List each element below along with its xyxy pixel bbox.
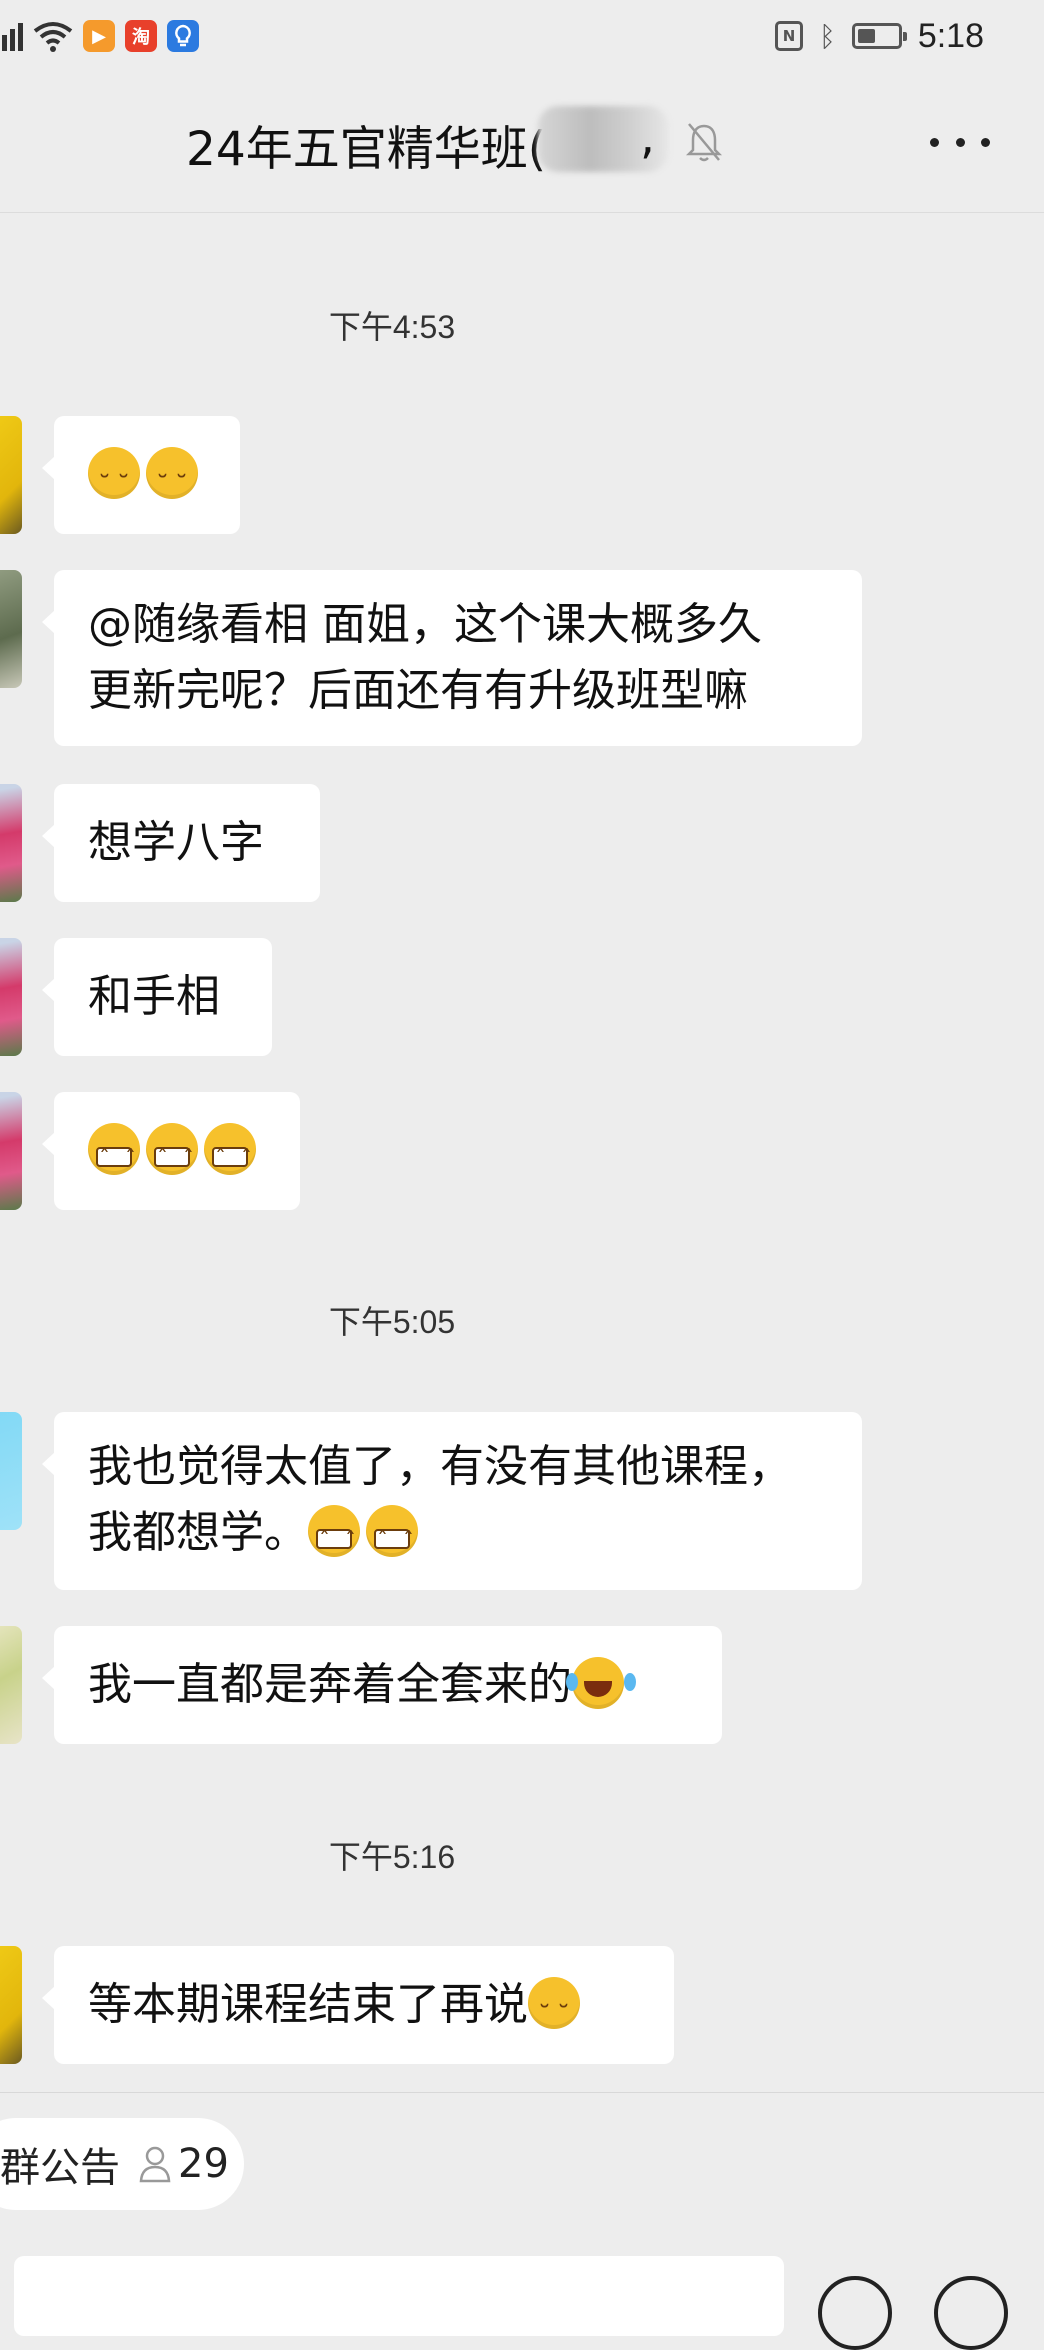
message-text: 等本期课程结束了再说 [88, 1979, 528, 2030]
grin-emoji-icon [204, 1123, 256, 1193]
message-bubble[interactable]: 我一直都是奔着全套来的 [42, 1626, 722, 1744]
grin-emoji-icon [308, 1505, 360, 1575]
bulb-app-icon [167, 20, 199, 52]
message-bubble[interactable]: 等本期课程结束了再说 [42, 1946, 674, 2064]
video-app-icon: ▶ [83, 20, 115, 52]
message-bubble[interactable]: 和手相 [42, 938, 272, 1056]
person-icon [139, 2146, 171, 2183]
avatar[interactable] [0, 1412, 22, 1530]
timestamp: 下午5:16 [328, 1839, 456, 1875]
message-bubble[interactable]: 我也觉得太值了，有没有其他课程， 我都想学。 [42, 1412, 862, 1590]
avatar[interactable] [0, 1092, 22, 1210]
status-time: 5:18 [917, 16, 984, 55]
divider [0, 2092, 1044, 2093]
battery-icon [851, 23, 907, 49]
message-bubble[interactable]: 想学八字 [42, 784, 320, 902]
group-notice-button[interactable]: 群公告 29 [0, 2118, 244, 2210]
signal-icon [0, 21, 23, 51]
shy-emoji-icon [146, 447, 198, 519]
shy-emoji-icon [528, 1977, 580, 2049]
member-count: 29 [178, 2141, 229, 2187]
avatar[interactable] [0, 938, 22, 1056]
message-bubble[interactable] [42, 1092, 300, 1210]
input-bar [0, 2250, 1044, 2350]
message-text: 和手相 [88, 971, 220, 1022]
bluetooth-icon: ᛒ [819, 19, 836, 53]
add-button[interactable] [934, 2276, 1008, 2350]
message-text: 我也觉得太值了，有没有其他课程， [88, 1441, 792, 1492]
avatar[interactable] [0, 416, 22, 534]
chat-header: 24年五官精华班( , [0, 72, 1044, 213]
mute-bell-icon [685, 123, 723, 162]
more-button[interactable] [930, 122, 990, 162]
grin-emoji-icon [146, 1123, 198, 1193]
message-bubble[interactable]: @随缘看相 面姐，这个课大概多久 更新完呢？后面还有有升级班型嘛 [42, 570, 862, 746]
more-icon-dot [930, 137, 939, 147]
message-bubble[interactable] [42, 416, 240, 534]
message-text: 我都想学。 [88, 1507, 308, 1558]
more-icon-dot [955, 137, 965, 147]
wifi-icon [33, 19, 73, 53]
status-left: ▶ 淘 [0, 14, 199, 58]
shy-emoji-icon [88, 447, 140, 519]
message-text: 我一直都是奔着全套来的 [88, 1659, 572, 1710]
laugh-emoji-icon [566, 1657, 624, 1709]
emoji-button[interactable] [818, 2276, 892, 2350]
timestamp: 下午4:53 [328, 309, 456, 345]
avatar[interactable] [0, 1946, 22, 2064]
avatar[interactable] [0, 1626, 22, 1744]
status-right: N ᛒ 5:18 [775, 14, 984, 58]
message-input[interactable] [14, 2256, 784, 2336]
grin-emoji-icon [366, 1505, 418, 1575]
status-bar: ▶ 淘 N ᛒ 5:18 [0, 0, 1044, 72]
taobao-app-icon: 淘 [125, 20, 157, 52]
avatar[interactable] [0, 784, 22, 902]
battery-fill [857, 29, 875, 43]
message-text: @随缘看相 面姐，这个课大概多久 [88, 599, 762, 650]
grin-emoji-icon [88, 1123, 140, 1193]
chat-title[interactable]: 24年五官精华班( [186, 110, 546, 179]
message-text: 更新完呢？后面还有有升级班型嘛 [88, 665, 748, 716]
nfc-icon: N [775, 21, 803, 51]
message-text: 想学八字 [88, 817, 264, 868]
timestamp: 下午5:05 [328, 1304, 456, 1340]
avatar[interactable] [0, 570, 22, 688]
more-icon-dot [981, 137, 990, 147]
group-notice-label: 群公告 [0, 2145, 120, 2191]
title-suffix: , [640, 110, 655, 165]
